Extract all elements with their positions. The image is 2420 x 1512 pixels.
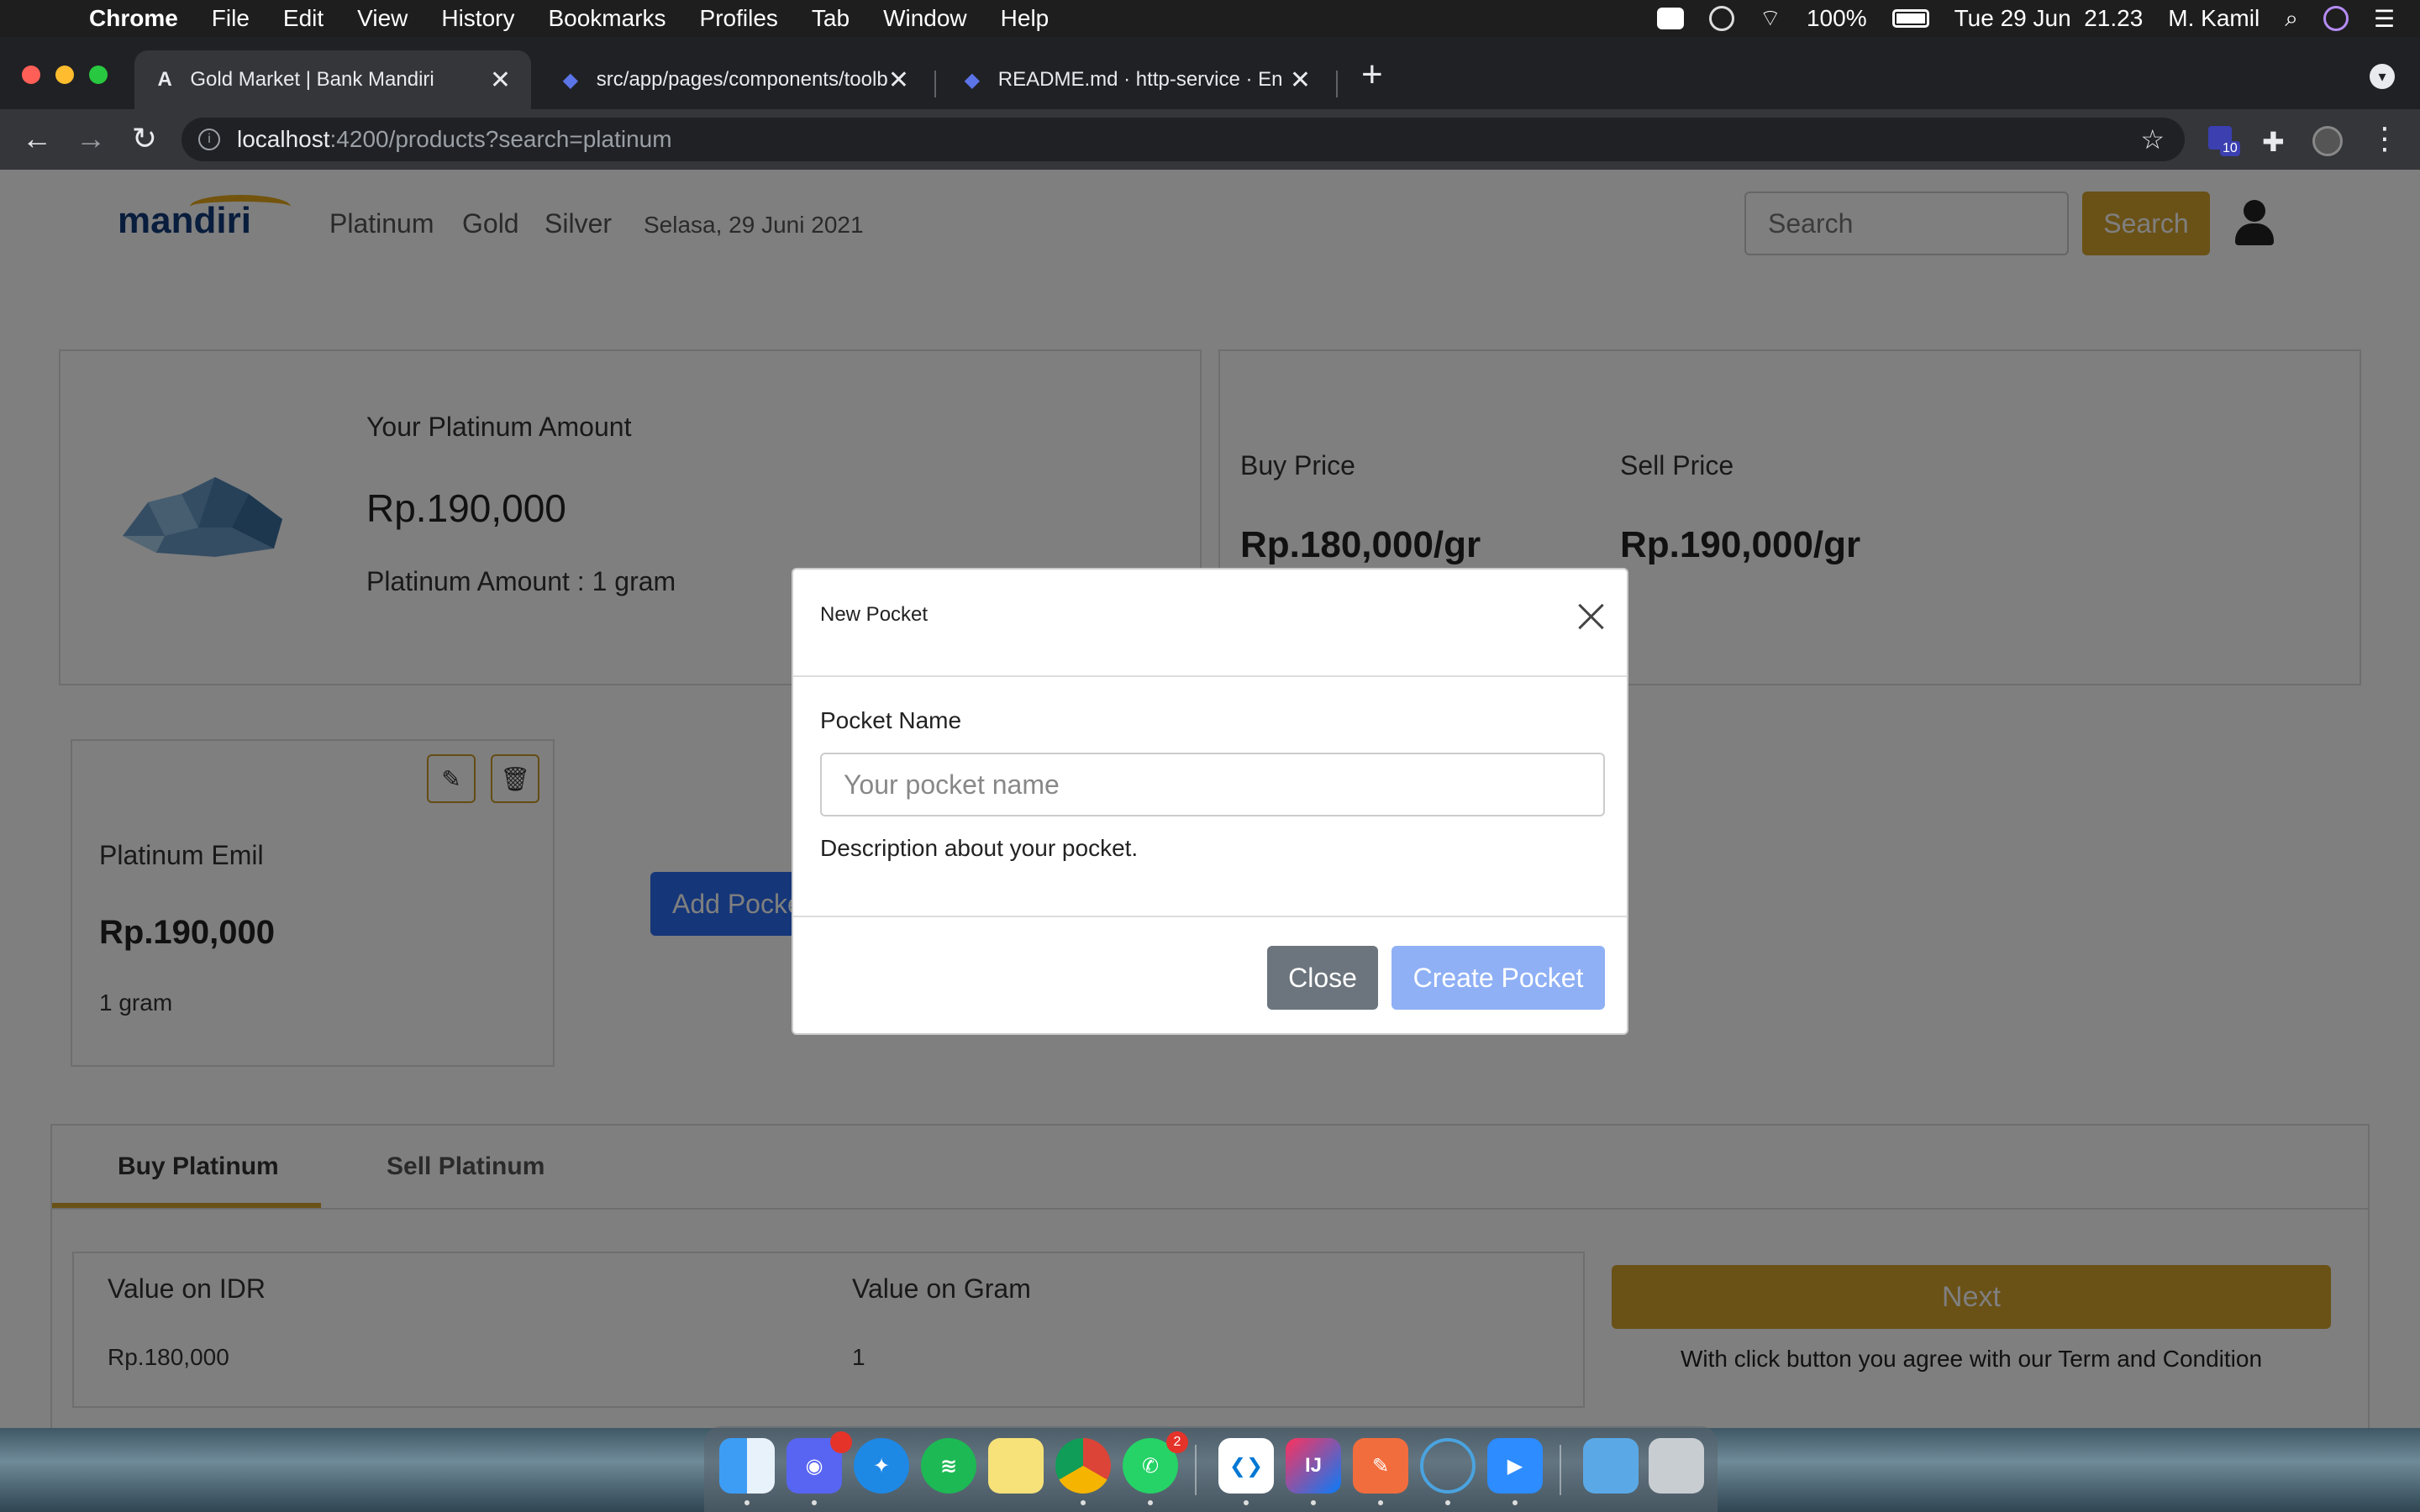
window-zoom-button[interactable] (89, 66, 108, 84)
menu-bar: Chrome File Edit View History Bookmarks … (0, 0, 2420, 37)
tab-search-icon[interactable]: ▾ (2370, 64, 2395, 89)
menu-bookmarks[interactable]: Bookmarks (548, 5, 666, 32)
menu-view[interactable]: View (357, 5, 408, 32)
menu-tab[interactable]: Tab (812, 5, 850, 32)
globe-icon[interactable] (1708, 6, 1734, 31)
menu-user[interactable]: M. Kamil (2168, 5, 2260, 32)
modal-footer-divider (793, 916, 1627, 917)
safari-icon[interactable]: ✦ (854, 1438, 909, 1494)
tab-title: src/app/pages/components/toolbar (596, 68, 888, 91)
menu-help[interactable]: Help (1001, 5, 1050, 32)
modal-header: New Pocket (793, 570, 1627, 677)
tab-title: Gold Market | Bank Mandiri (190, 68, 434, 91)
dock-separator (1195, 1445, 1197, 1495)
control-center-icon[interactable]: ☰ (2374, 5, 2395, 33)
discord-badge (830, 1431, 852, 1453)
trash-icon[interactable] (1649, 1438, 1704, 1494)
dock-running-dot (1445, 1500, 1450, 1505)
dev-icon: ◆ (964, 68, 981, 92)
wifi-icon[interactable]: ⌔ (1760, 4, 1781, 34)
dock-separator (1560, 1445, 1561, 1495)
browser-toolbar: ← → ↻ i localhost :4200/products?search=… (0, 109, 2420, 170)
intellij-icon[interactable]: IJ (1286, 1438, 1341, 1494)
dock-running-dot (1244, 1500, 1249, 1505)
spotlight-icon[interactable]: ⌕ (2285, 5, 2298, 33)
notes-icon[interactable] (988, 1438, 1044, 1494)
pencil-icon[interactable]: ✎ (1353, 1438, 1408, 1494)
menu-profiles[interactable]: Profiles (700, 5, 778, 32)
modal-title: New Pocket (820, 603, 929, 626)
close-icon[interactable] (1575, 600, 1608, 633)
dev-icon: ◆ (562, 68, 579, 92)
dock-running-dot (1081, 1500, 1086, 1505)
tab-title: README.md · http-service · En (997, 68, 1283, 91)
forward-button[interactable]: → (72, 121, 109, 156)
address-bar[interactable]: i localhost :4200/products?search=platin… (182, 118, 2185, 161)
extension-icon[interactable]: 10 (2208, 126, 2240, 156)
menu-history[interactable]: History (441, 5, 514, 32)
tab-strip: A Gold Market | Bank Mandiri ✕ ◆ src/app… (0, 37, 2420, 109)
window-close-button[interactable] (22, 66, 40, 84)
chrome-menu-icon[interactable]: ⋮ (2366, 121, 2403, 156)
tab-separator (934, 71, 936, 97)
zoom-icon[interactable]: ▶ (1487, 1438, 1543, 1494)
menu-app-name[interactable]: Chrome (89, 5, 178, 32)
dock-running-dot (1512, 1500, 1518, 1505)
browser-tab-active[interactable]: A Gold Market | Bank Mandiri ✕ (134, 50, 531, 109)
menu-file[interactable]: File (212, 5, 250, 32)
extension-badge: 10 (2220, 141, 2240, 156)
tab-close-icon[interactable]: ✕ (1290, 66, 1311, 95)
whatsapp-badge: 2 (1166, 1431, 1188, 1453)
dock-running-dot (812, 1500, 817, 1505)
dock-running-dot (744, 1500, 750, 1505)
new-tab-button[interactable]: + (1361, 54, 1383, 96)
browser-tab[interactable]: ◆ src/app/pages/components/toolbar ✕ (539, 50, 929, 109)
browser-tab[interactable]: ◆ README.md · http-service · En ✕ (941, 50, 1331, 109)
tab-separator (1336, 71, 1338, 97)
dock-running-dot (1311, 1500, 1316, 1505)
pocket-name-help: Description about your pocket. (820, 835, 1139, 861)
back-button[interactable]: ← (18, 121, 55, 156)
battery-percent: 100% (1806, 5, 1867, 31)
folder-icon[interactable] (1583, 1438, 1639, 1494)
url-path: :4200/products?search=platinum (329, 126, 672, 152)
screen-record-icon[interactable] (1656, 8, 1684, 29)
finder-icon[interactable] (719, 1438, 775, 1494)
dock-running-dot (1148, 1500, 1153, 1505)
url-host: localhost (237, 126, 330, 152)
bookmark-star-icon[interactable]: ☆ (2140, 123, 2165, 155)
window-minimize-button[interactable] (55, 66, 74, 84)
tab-close-icon[interactable]: ✕ (888, 66, 909, 95)
new-pocket-modal: New Pocket Pocket Name Your pocket name … (792, 568, 1628, 1035)
tab-close-icon[interactable]: ✕ (490, 66, 511, 95)
reload-button[interactable]: ↻ (126, 121, 163, 156)
dock: ◉ ✦ ≋ ✆ 2 ❮❯ IJ ✎ ▶ (704, 1426, 1718, 1512)
menu-edit[interactable]: Edit (283, 5, 324, 32)
angular-icon: A (157, 68, 172, 91)
puzzle-icon[interactable]: ✚ (2262, 126, 2292, 157)
eclipse-icon[interactable] (1420, 1438, 1476, 1494)
avatar[interactable] (2312, 126, 2343, 156)
spotify-icon[interactable]: ≋ (921, 1438, 976, 1494)
vscode-icon[interactable]: ❮❯ (1218, 1438, 1274, 1494)
site-info-icon[interactable]: i (198, 129, 220, 150)
siri-icon[interactable] (2323, 6, 2349, 31)
pocket-name-input[interactable]: Your pocket name (820, 753, 1605, 816)
chrome-icon[interactable] (1055, 1438, 1111, 1494)
menu-window[interactable]: Window (883, 5, 967, 32)
create-pocket-button[interactable]: Create Pocket (1392, 946, 1605, 1010)
menu-clock[interactable]: Tue 29 Jun 21.23 (1954, 5, 2144, 32)
pocket-name-label: Pocket Name (820, 707, 962, 733)
battery-icon[interactable] (1891, 9, 1929, 28)
close-button[interactable]: Close (1267, 946, 1378, 1010)
dock-running-dot (1378, 1500, 1383, 1505)
